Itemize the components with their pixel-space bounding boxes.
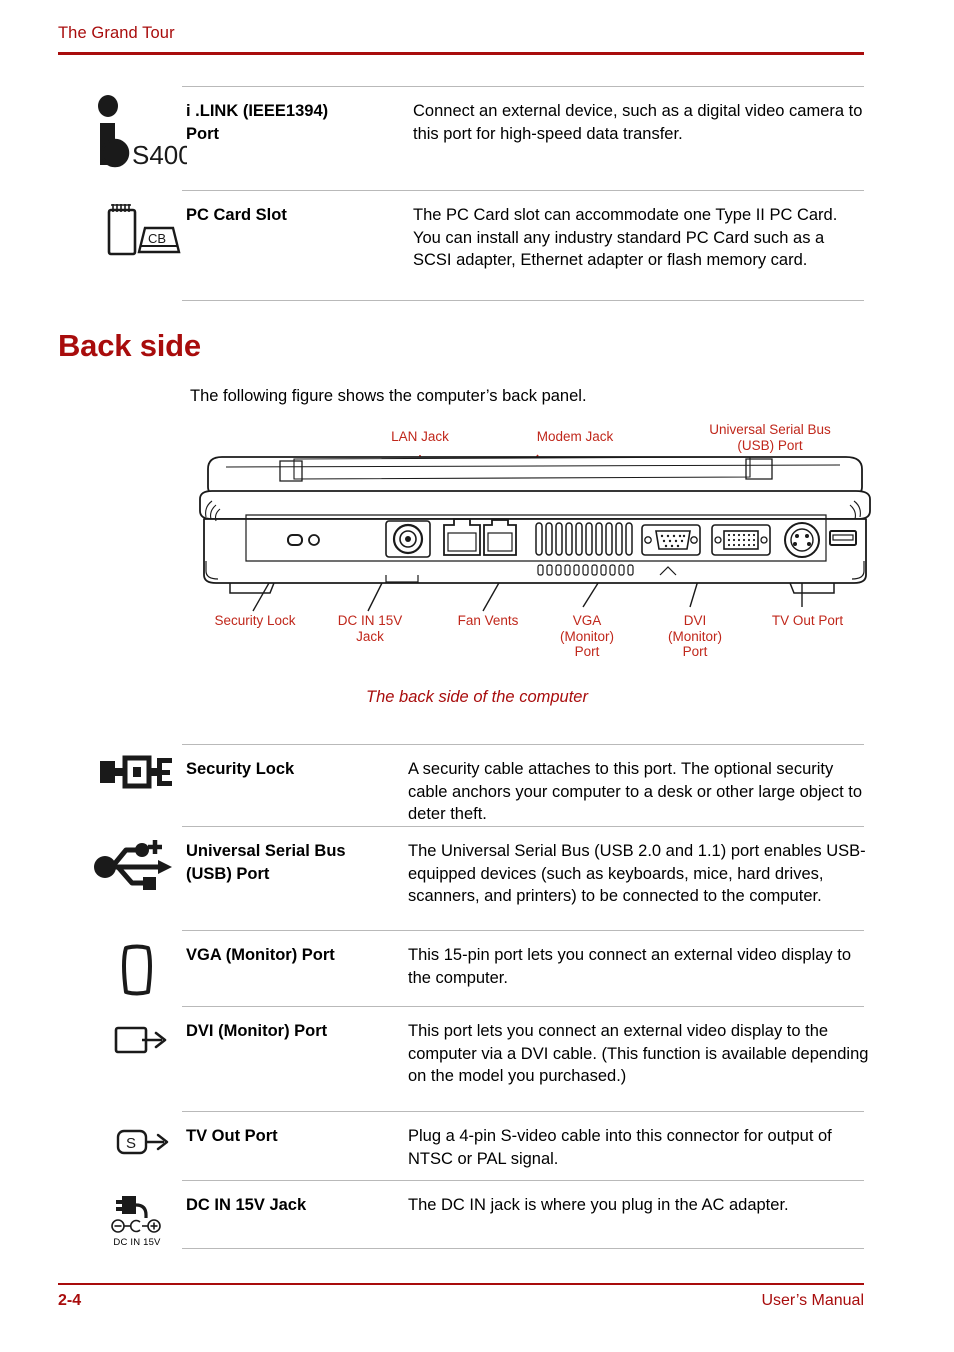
manual-label: User’s Manual: [761, 1292, 864, 1309]
footer-divider: [58, 1283, 864, 1285]
pc-card-icon-label: CB: [148, 231, 166, 246]
top-table-rule-1: [182, 86, 864, 87]
tv-out-icon: S: [76, 1123, 198, 1165]
description-text: The PC Card slot can accommodate one Typ…: [413, 206, 838, 269]
header-title: The Grand Tour: [58, 24, 175, 42]
page-number: 2-4: [58, 1292, 82, 1309]
term-label: PC Card Slot: [186, 196, 414, 227]
term-line: DVI (Monitor) Port: [186, 1022, 328, 1040]
term-label: i .LINK (IEEE1394) Port: [186, 92, 414, 145]
dc-in-15v-icon: DC IN 15V: [76, 1188, 198, 1248]
dc-in-icon-label: DC IN 15V: [113, 1237, 161, 1248]
manual-page: The Grand Tour S400 i .LINK (IEEE1394) P…: [0, 0, 954, 1352]
term-line: Security Lock: [186, 760, 295, 778]
bottom-table-rule-7: [182, 1248, 864, 1249]
dvi-monitor-icon: [76, 1018, 198, 1066]
bottom-table-rule-1: [182, 744, 864, 745]
term-label: Universal Serial Bus (USB) Port: [186, 832, 418, 885]
term-line: Port: [186, 124, 219, 143]
term-label: DVI (Monitor) Port: [186, 1012, 414, 1043]
term-line: Universal Serial Bus: [186, 842, 346, 860]
term-line: VGA (Monitor) Port: [186, 946, 335, 964]
bottom-table-rule-2: [182, 826, 864, 827]
tv-out-icon-letter: S: [126, 1135, 136, 1152]
description-text: This port lets you connect an external v…: [408, 1022, 869, 1085]
header-divider: [58, 52, 864, 55]
bottom-table-rule-6: [182, 1180, 864, 1181]
description-text: This 15-pin port lets you connect an ext…: [408, 946, 852, 987]
security-lock-icon: [76, 752, 198, 792]
vga-monitor-icon: [76, 940, 198, 1002]
term-line: TV Out Port: [186, 1127, 278, 1145]
term-label: Security Lock: [186, 750, 414, 781]
term-label: VGA (Monitor) Port: [186, 936, 414, 967]
term-line: i .LINK (IEEE1394): [186, 102, 329, 120]
usb-icon: [76, 836, 198, 896]
top-table-rule-2: [182, 190, 864, 191]
description-text: A security cable attaches to this port. …: [408, 760, 862, 823]
page-header: The Grand Tour: [58, 24, 864, 43]
description-text: The Universal Serial Bus (USB 2.0 and 1.…: [408, 842, 866, 905]
term-line: DC IN 15V Jack: [186, 1196, 307, 1214]
ilink-s400-icon: S400: [76, 94, 198, 172]
description-text: The DC IN jack is where you plug in the …: [408, 1196, 789, 1214]
back-panel-drawing: [199, 454, 871, 612]
description-text: Plug a 4-pin S-video cable into this con…: [408, 1127, 832, 1168]
description-text: Connect an external device, such as a di…: [413, 102, 863, 143]
back-panel-figure: LAN Jack Modem Jack Universal Serial Bus…: [190, 415, 880, 675]
bottom-table-rule-3: [182, 930, 864, 931]
term-label: TV Out Port: [186, 1117, 414, 1148]
top-table-rule-3: [182, 300, 864, 301]
pc-card-slot-icon: CB: [76, 200, 198, 262]
page-title: Back side: [58, 328, 201, 363]
bottom-table-rule-4: [182, 1006, 864, 1007]
term-label: DC IN 15V Jack: [186, 1186, 414, 1217]
figure-caption: The back side of the computer: [366, 688, 588, 706]
ilink-icon-label: S400: [132, 140, 187, 170]
section-intro: The following figure shows the computer’…: [190, 387, 587, 405]
bottom-table-rule-5: [182, 1111, 864, 1112]
term-line: (USB) Port: [186, 864, 270, 883]
term-line: PC Card Slot: [186, 206, 287, 224]
